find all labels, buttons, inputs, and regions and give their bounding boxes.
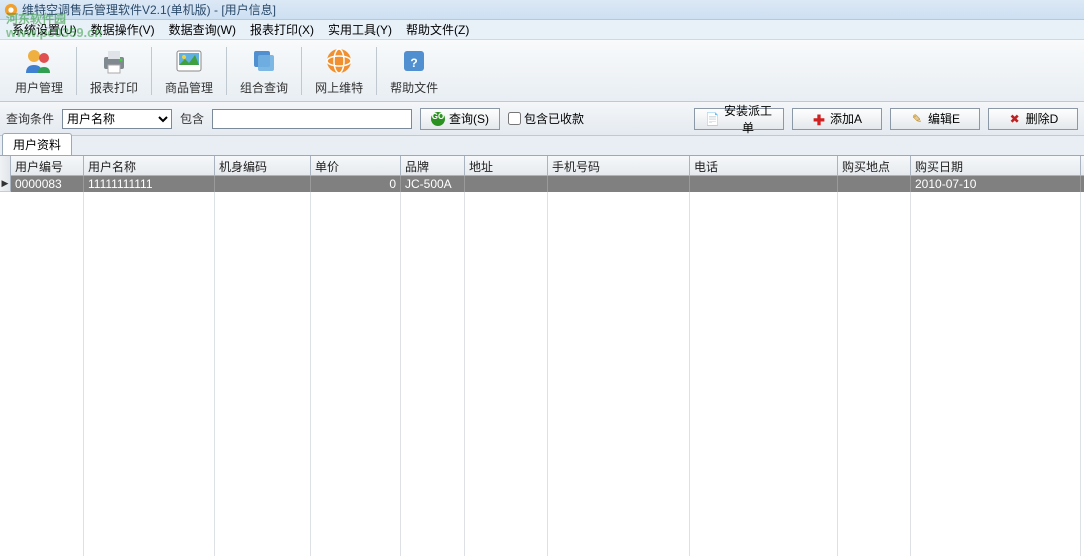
cell-price: 0 bbox=[311, 176, 401, 192]
col-user-name[interactable]: 用户名称 bbox=[84, 156, 215, 175]
edit-button[interactable]: ✎ 编辑E bbox=[890, 108, 980, 130]
col-purchase-date[interactable]: 购买日期 bbox=[911, 156, 1081, 175]
printer-icon bbox=[98, 45, 130, 77]
include-paid-checkbox[interactable]: 包含已收款 bbox=[508, 110, 584, 127]
cell-mobile bbox=[548, 176, 690, 192]
delete-icon: ✖ bbox=[1008, 112, 1022, 126]
grid-header: 用户编号 用户名称 机身编码 单价 品牌 地址 手机号码 电话 购买地点 购买日… bbox=[11, 156, 1084, 176]
globe-icon bbox=[323, 45, 355, 77]
col-machine-code[interactable]: 机身编码 bbox=[215, 156, 311, 175]
col-mobile[interactable]: 手机号码 bbox=[548, 156, 690, 175]
help-icon: ? bbox=[398, 45, 430, 77]
cell-brand: JC-500A bbox=[401, 176, 465, 192]
tab-strip: 用户资料 bbox=[0, 136, 1084, 156]
search-condition-label: 查询条件 bbox=[6, 110, 54, 127]
tool-help[interactable]: ? 帮助文件 bbox=[381, 42, 447, 100]
col-brand[interactable]: 品牌 bbox=[401, 156, 465, 175]
picture-icon bbox=[173, 45, 205, 77]
searchbar: 查询条件 用户名称 包含 GO 查询(S) 包含已收款 📄 安装派工单 ✚ 添加… bbox=[0, 102, 1084, 136]
tool-product-mgmt[interactable]: 商品管理 bbox=[156, 42, 222, 100]
menu-report-print[interactable]: 报表打印(X) bbox=[244, 20, 320, 39]
menu-tools[interactable]: 实用工具(Y) bbox=[322, 20, 398, 39]
menu-help[interactable]: 帮助文件(Z) bbox=[400, 20, 475, 39]
tool-user-mgmt[interactable]: 用户管理 bbox=[6, 42, 72, 100]
search-contains-label: 包含 bbox=[180, 110, 204, 127]
table-row[interactable]: 0000083 11111111111 0 JC-500A 2010-07-10 bbox=[11, 176, 1084, 192]
go-icon: GO bbox=[431, 112, 445, 126]
menu-data-query[interactable]: 数据查询(W) bbox=[163, 20, 242, 39]
tool-report-print[interactable]: 报表打印 bbox=[81, 42, 147, 100]
cell-user-name: 11111111111 bbox=[84, 176, 215, 192]
cell-phone bbox=[690, 176, 838, 192]
toolbar: 用户管理 报表打印 商品管理 组合查询 网上维特 ? 帮助文件 bbox=[0, 40, 1084, 102]
col-price[interactable]: 单价 bbox=[311, 156, 401, 175]
search-input[interactable] bbox=[212, 109, 412, 129]
plus-icon: ✚ bbox=[812, 112, 826, 126]
tool-online[interactable]: 网上维特 bbox=[306, 42, 372, 100]
query-button[interactable]: GO 查询(S) bbox=[420, 108, 500, 130]
app-icon bbox=[4, 3, 18, 17]
row-indicator-icon: ▶ bbox=[0, 176, 11, 192]
cell-purchase-date: 2010-07-10 bbox=[911, 176, 1081, 192]
document-icon: 📄 bbox=[705, 112, 719, 126]
menu-system[interactable]: 系统设置(U) bbox=[6, 20, 83, 39]
layers-icon bbox=[248, 45, 280, 77]
cell-user-id: 0000083 bbox=[11, 176, 84, 192]
menu-data-ops[interactable]: 数据操作(V) bbox=[85, 20, 161, 39]
edit-icon: ✎ bbox=[910, 112, 924, 126]
cell-purchase-loc bbox=[838, 176, 911, 192]
menubar: 系统设置(U) 数据操作(V) 数据查询(W) 报表打印(X) 实用工具(Y) … bbox=[0, 20, 1084, 40]
cell-address bbox=[465, 176, 548, 192]
col-user-id[interactable]: 用户编号 bbox=[11, 156, 84, 175]
tab-user-data[interactable]: 用户资料 bbox=[2, 133, 72, 155]
cell-machine-code bbox=[215, 176, 311, 192]
add-button[interactable]: ✚ 添加A bbox=[792, 108, 882, 130]
tool-combo-query[interactable]: 组合查询 bbox=[231, 42, 297, 100]
search-field-select[interactable]: 用户名称 bbox=[62, 109, 172, 129]
col-address[interactable]: 地址 bbox=[465, 156, 548, 175]
svg-text:?: ? bbox=[410, 56, 417, 70]
data-grid: 用户编号 用户名称 机身编码 单价 品牌 地址 手机号码 电话 购买地点 购买日… bbox=[0, 156, 1084, 556]
window-title: 维特空调售后管理软件V2.1(单机版) - [用户信息] bbox=[22, 1, 276, 18]
delete-button[interactable]: ✖ 删除D bbox=[988, 108, 1078, 130]
users-icon bbox=[23, 45, 55, 77]
col-purchase-loc[interactable]: 购买地点 bbox=[838, 156, 911, 175]
col-phone[interactable]: 电话 bbox=[690, 156, 838, 175]
titlebar: 维特空调售后管理软件V2.1(单机版) - [用户信息] bbox=[0, 0, 1084, 20]
install-order-button[interactable]: 📄 安装派工单 bbox=[694, 108, 784, 130]
